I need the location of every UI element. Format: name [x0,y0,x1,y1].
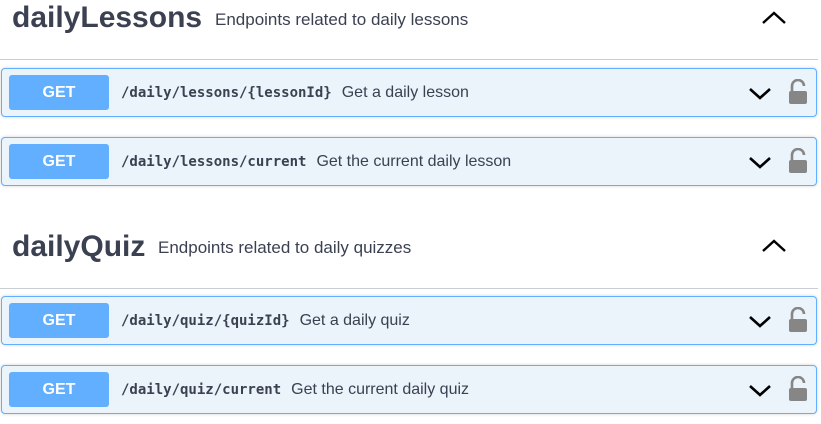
operation-path: /daily/lessons/current Get the current da… [121,138,511,185]
tag-description: Endpoints related to daily lessons [215,10,469,29]
tag-section-daily-lessons: dailyLessons Endpoints related to daily … [0,0,821,60]
tag-description: Endpoints related to daily quizzes [158,238,412,257]
unlocked-padlock-icon[interactable] [788,306,808,333]
operation-get-current-daily-quiz[interactable]: GET /daily/quiz/current Get the current d… [1,365,817,414]
operation-summary: Get a daily quiz [299,312,410,329]
chevron-down-icon[interactable] [748,312,772,330]
operation-get-daily-lesson[interactable]: GET /daily/lessons/{lessonId} Get a daily… [1,68,817,117]
chevron-down-icon[interactable] [748,84,772,102]
operation-summary: Get the current daily lesson [316,153,512,170]
operation-path: /daily/lessons/{lessonId} Get a daily les… [121,69,469,116]
tag-title: dailyQuiz [12,230,146,263]
operation-summary: Get the current daily quiz [291,381,470,398]
http-method-badge: GET [9,372,109,407]
tag-header[interactable]: dailyQuiz Endpoints related to daily qui… [0,229,818,289]
chevron-up-icon[interactable] [760,236,788,256]
unlocked-padlock-icon[interactable] [788,147,808,174]
unlocked-padlock-icon[interactable] [788,375,808,402]
path-text: /daily/lessons/{lessonId} [121,85,332,101]
http-method-badge: GET [9,303,109,338]
path-text: /daily/lessons/current [121,154,307,170]
path-text: /daily/quiz/current [121,382,282,398]
http-method-badge: GET [9,75,109,110]
operation-get-daily-quiz[interactable]: GET /daily/quiz/{quizId} Get a daily quiz [1,296,817,345]
http-method-badge: GET [9,144,109,179]
tag-section-daily-quiz: dailyQuiz Endpoints related to daily qui… [0,229,821,289]
operation-path: /daily/quiz/current Get the current daily… [121,366,469,413]
path-text: /daily/quiz/{quizId} [121,313,290,329]
operation-summary: Get a daily lesson [341,84,469,101]
tag-title: dailyLessons [12,1,203,34]
chevron-up-icon[interactable] [760,8,788,28]
operation-path: /daily/quiz/{quizId} Get a daily quiz [121,297,410,344]
unlocked-padlock-icon[interactable] [788,78,808,105]
operation-get-current-daily-lesson[interactable]: GET /daily/lessons/current Get the curren… [1,137,817,186]
chevron-down-icon[interactable] [748,381,772,399]
tag-header[interactable]: dailyLessons Endpoints related to daily … [0,0,818,60]
chevron-down-icon[interactable] [748,153,772,171]
